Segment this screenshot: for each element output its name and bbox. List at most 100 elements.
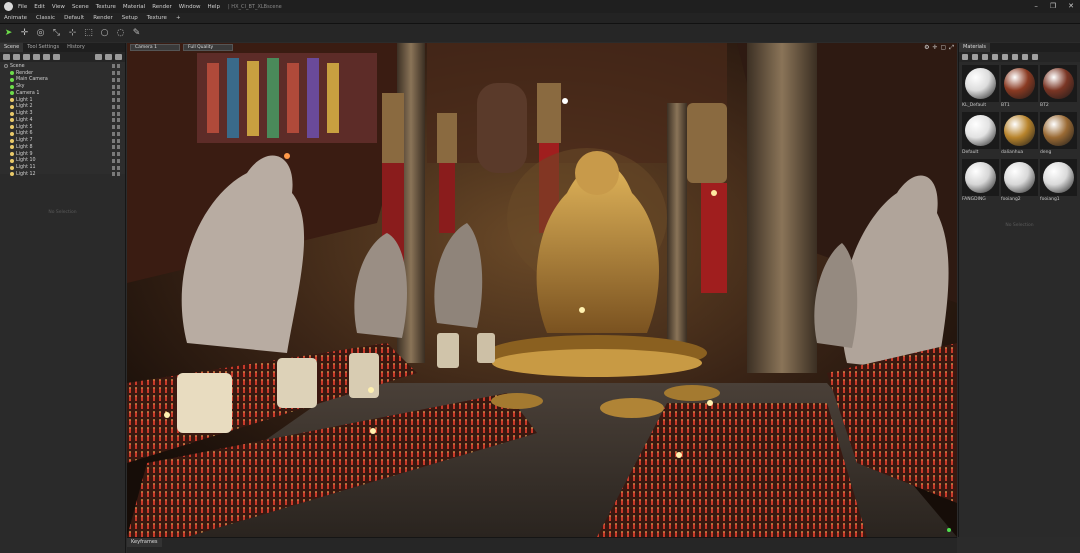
scene-tree-item[interactable]: Light 4 [0,117,125,124]
eye-icon[interactable] [117,165,120,170]
minimize-icon[interactable]: – [1034,2,1038,10]
eye-icon[interactable] [117,111,120,116]
material-tile[interactable]: FANGDING [962,159,999,204]
scene-tree-item[interactable]: Light 7 [0,137,125,144]
lock-icon[interactable] [112,145,115,150]
add-material-icon[interactable] [962,54,968,60]
settings-icon[interactable]: ⚙ [924,44,929,52]
eye-icon[interactable] [117,152,120,157]
scene-tree-item[interactable]: Light 8 [0,144,125,151]
paint-select-icon[interactable]: ✎ [131,28,142,39]
menu-help[interactable]: Help [207,4,220,10]
lock-icon[interactable] [112,98,115,103]
maximize-icon[interactable]: ❐ [1050,2,1056,10]
eye-icon[interactable] [117,145,120,150]
menu-render[interactable]: Render [152,4,172,10]
menu-view[interactable]: View [52,4,65,10]
tab-scene[interactable]: Scene [0,43,24,52]
scene-tree-item[interactable]: Render [0,70,125,77]
tab-materials[interactable]: Materials [959,43,990,52]
lock-icon[interactable] [112,111,115,116]
lock-icon[interactable] [112,84,115,89]
environment-icon[interactable] [23,54,30,60]
duplicate-icon[interactable] [53,54,60,60]
eye-icon[interactable] [117,104,120,109]
eye-icon[interactable] [117,77,120,82]
visibility-toggle[interactable] [112,138,120,143]
region-icon[interactable]: ▢ [941,44,947,52]
visibility-toggle[interactable] [112,152,120,157]
visibility-toggle[interactable] [112,125,120,130]
close-icon[interactable]: ✕ [1068,2,1074,10]
paint-icon[interactable] [1012,54,1018,60]
scene-tree-item[interactable]: Scene [0,63,125,70]
popout-icon[interactable]: ⤢ [949,44,954,52]
light-icon[interactable] [13,54,20,60]
workspace-default[interactable]: Default [64,15,84,21]
eye-icon[interactable] [117,91,120,96]
menu-scene[interactable]: Scene [72,4,89,10]
scene-tree-item[interactable]: Light 6 [0,131,125,138]
scene-tree-item[interactable]: Light 10 [0,158,125,165]
tab-history[interactable]: History [63,43,89,52]
eye-icon[interactable] [117,118,120,123]
quality-select[interactable]: Full Quality [183,44,233,51]
lock-icon[interactable] [112,158,115,163]
link-material-icon[interactable] [982,54,988,60]
material-tile[interactable]: Default [962,112,999,157]
select-tool-icon[interactable]: ➤ [3,28,14,39]
scene-tree-item[interactable]: Camera 1 [0,90,125,97]
workspace-animate[interactable]: Animate [4,15,27,21]
delete-material-icon[interactable] [1002,54,1008,60]
eye-icon[interactable] [117,64,120,69]
visibility-toggle[interactable] [112,91,120,96]
material-tile[interactable]: dalianhua [1001,112,1038,157]
eye-icon[interactable] [117,158,120,163]
visibility-toggle[interactable] [112,158,120,163]
scene-tree-item[interactable]: Light 11 [0,164,125,171]
visibility-toggle[interactable] [112,77,120,82]
scene-tree-item[interactable]: Sky [0,83,125,90]
workspace-classic[interactable]: Classic [36,15,55,21]
workspace-setup[interactable]: Setup [122,15,138,21]
lock-icon[interactable] [112,104,115,109]
transform-icon[interactable]: ✛ [932,44,937,52]
visibility-toggle[interactable] [112,172,120,177]
import-icon[interactable] [43,54,50,60]
eye-icon[interactable] [117,125,120,130]
lock-icon[interactable] [112,71,115,76]
box-select-icon[interactable]: ⬚ [83,28,94,39]
material-tile[interactable]: fooiang1 [1040,159,1077,204]
material-tile[interactable]: BT2 [1040,65,1077,110]
eye-icon[interactable] [117,172,120,177]
delete-icon[interactable] [115,54,122,60]
visibility-toggle[interactable] [112,111,120,116]
group-icon[interactable] [33,54,40,60]
visibility-toggle[interactable] [112,118,120,123]
pivot-tool-icon[interactable]: ⊹ [67,28,78,39]
lock-icon[interactable] [112,64,115,69]
eye-icon[interactable] [117,84,120,89]
camera-select[interactable]: Camera 1 [130,44,180,51]
visibility-toggle[interactable] [112,71,120,76]
visibility-toggle[interactable] [112,131,120,136]
visibility-toggle[interactable] [112,165,120,170]
eye-icon[interactable] [117,98,120,103]
material-tile[interactable]: fooiang2 [1001,159,1038,204]
scale-tool-icon[interactable]: ⤡ [51,28,62,39]
material-tile[interactable]: KL_Default [962,65,999,110]
menu-texture[interactable]: Texture [96,4,116,10]
add-workspace-button[interactable]: + [176,15,181,21]
camera-icon[interactable] [3,54,10,60]
workspace-texture[interactable]: Texture [147,15,167,21]
move-tool-icon[interactable]: ✛ [19,28,30,39]
lock-icon[interactable] [112,91,115,96]
visibility-toggle[interactable] [112,84,120,89]
eye-icon[interactable] [117,138,120,143]
lock-icon[interactable] [112,172,115,177]
scene-tree-item[interactable]: Light 5 [0,124,125,131]
menu-material[interactable]: Material [123,4,145,10]
lock-icon[interactable] [112,125,115,130]
copy-icon[interactable] [105,54,112,60]
scene-tree-item[interactable]: Light 12 [0,171,125,178]
